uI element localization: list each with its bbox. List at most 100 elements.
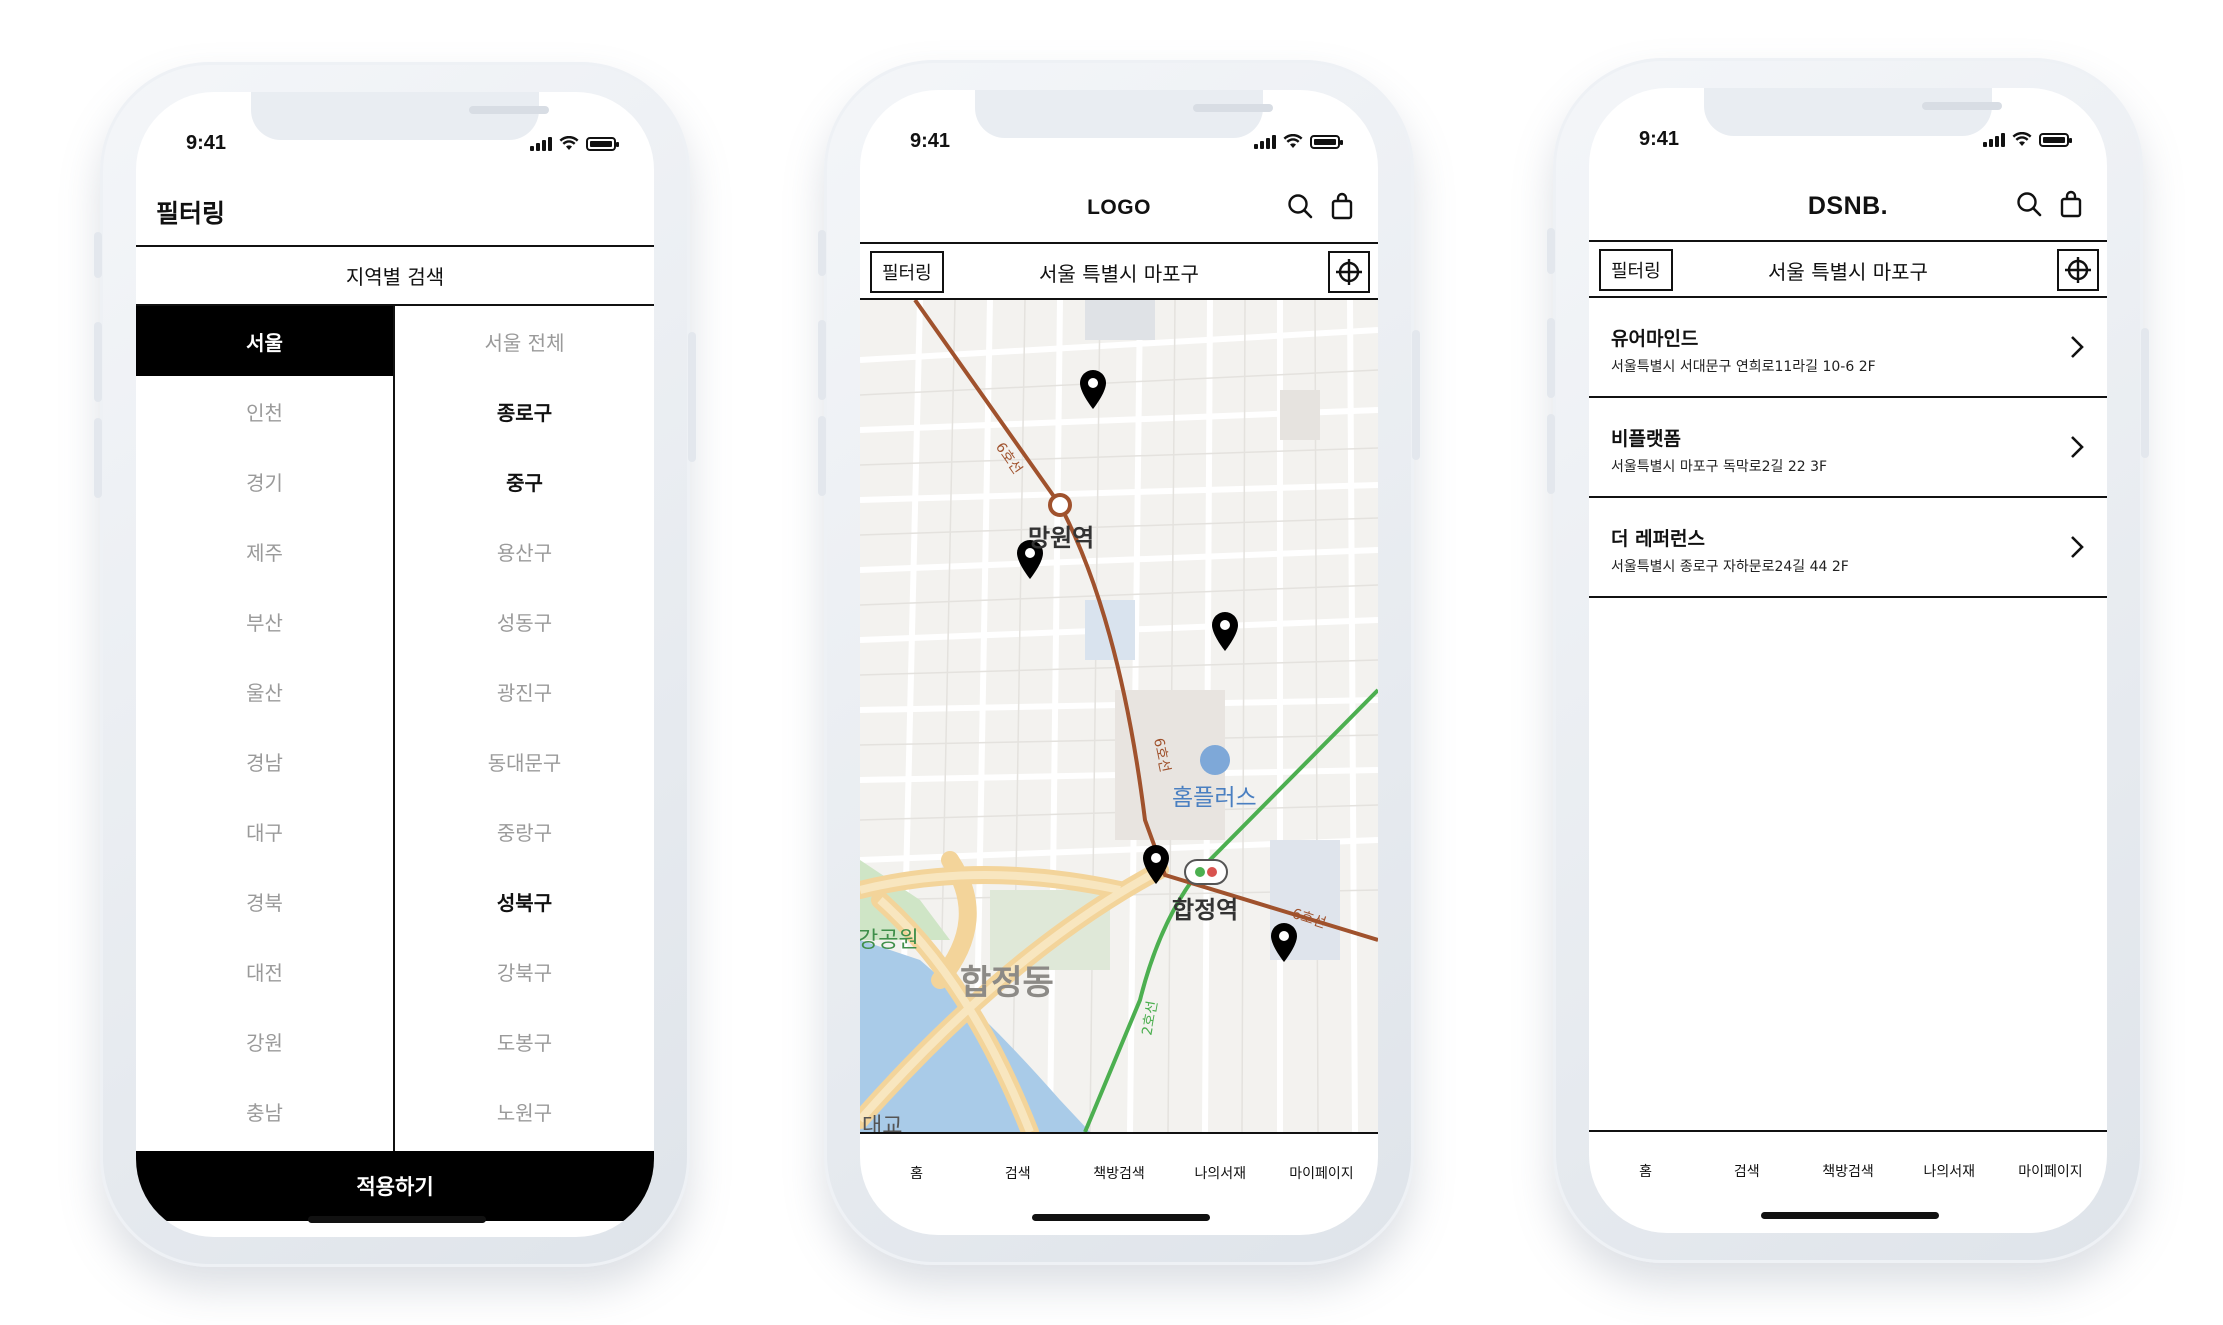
status-bar: 9:41 <box>860 130 1378 160</box>
apply-button[interactable]: 적용하기 <box>136 1151 654 1221</box>
tab-my-library[interactable]: 나의서재 <box>1899 1161 2000 1181</box>
screen: 9:41 DSNB. 필터링 서울 특별시 마포구 유어마인드 서울특별시 서대… <box>1589 88 2107 1233</box>
side-button <box>1547 414 1555 494</box>
tab-home[interactable]: 홈 <box>1595 1161 1696 1181</box>
side-button <box>94 322 102 402</box>
home-indicator <box>1761 1212 1939 1219</box>
chevron-right-icon <box>2071 536 2084 558</box>
province-item[interactable]: 대구 <box>136 796 393 866</box>
chevron-right-icon <box>2071 336 2084 358</box>
province-item[interactable]: 충남 <box>136 1076 393 1146</box>
store-address: 서울특별시 서대문구 연희로11라길 10-6 2F <box>1611 359 1876 375</box>
district-list: 서울 전체 종로구 중구 용산구 성동구 광진구 동대문구 중랑구 성북구 강북… <box>395 306 654 1151</box>
status-bar: 9:41 <box>136 132 654 162</box>
app-bar: LOGO <box>860 172 1378 242</box>
battery-icon <box>2039 133 2072 147</box>
district-item[interactable]: 성동구 <box>395 586 654 656</box>
map-label-park: 강공원 <box>860 928 919 953</box>
side-button <box>818 416 826 496</box>
map-label-mangwon-station: 망원역 <box>1028 524 1095 552</box>
wifi-icon <box>1283 134 1303 148</box>
tab-my-library[interactable]: 나의서재 <box>1170 1163 1271 1183</box>
province-item[interactable]: 제주 <box>136 516 393 586</box>
status-time: 9:41 <box>1639 128 1680 150</box>
shopping-bag-icon[interactable] <box>2057 190 2085 218</box>
store-list-item[interactable]: 비플랫폼 서울특별시 마포구 독막로2길 22 3F <box>1589 398 2107 498</box>
phone-map: 9:41 LOGO 필터링 서울 특별시 마포구 망원역 합정역 홈플러스 합정… <box>818 60 1420 1265</box>
status-time: 9:41 <box>910 130 951 152</box>
locate-button[interactable] <box>2057 249 2099 291</box>
battery-icon <box>586 137 619 151</box>
district-item[interactable]: 중구 <box>395 446 654 516</box>
screen: 9:41 필터링 지역별 검색 서울 인천 경기 제주 부산 울산 경남 대구 … <box>136 92 654 1237</box>
tab-bar: 홈 검색 책방검색 나의서재 마이페이지 <box>1589 1130 2107 1210</box>
district-item[interactable]: 광진구 <box>395 656 654 726</box>
region-columns: 서울 인천 경기 제주 부산 울산 경남 대구 경북 대전 강원 충남 서울 전… <box>136 306 654 1151</box>
side-button <box>818 320 826 400</box>
side-button <box>1412 330 1420 460</box>
map-label-homeplus: 홈플러스 <box>1172 785 1257 811</box>
phone-filter: 9:41 필터링 지역별 검색 서울 인천 경기 제주 부산 울산 경남 대구 … <box>94 62 696 1267</box>
signal-icon <box>1254 135 1276 149</box>
district-item[interactable]: 강북구 <box>395 936 654 1006</box>
side-button <box>1547 228 1555 274</box>
district-item[interactable]: 중랑구 <box>395 796 654 866</box>
side-button <box>688 332 696 462</box>
store-name: 비플랫폼 <box>1611 428 1681 450</box>
tab-bar: 홈 검색 책방검색 나의서재 마이페이지 <box>860 1132 1378 1212</box>
map-view[interactable]: 망원역 합정역 홈플러스 합정동 6호선 6호선 6호선 2호선 강공원 대교 <box>860 300 1378 1132</box>
screen: 9:41 LOGO 필터링 서울 특별시 마포구 망원역 합정역 홈플러스 합정… <box>860 90 1378 1235</box>
status-bar: 9:41 <box>1589 128 2107 158</box>
tab-my-page[interactable]: 마이페이지 <box>2000 1161 2101 1181</box>
filter-bar: 필터링 서울 특별시 마포구 <box>860 242 1378 300</box>
tab-home[interactable]: 홈 <box>866 1163 967 1183</box>
page-title: 필터링 <box>156 199 226 228</box>
filter-bar: 필터링 서울 특별시 마포구 <box>1589 240 2107 298</box>
store-list-item[interactable]: 더 레퍼런스 서울특별시 종로구 자하문로24길 44 2F <box>1589 498 2107 598</box>
app-bar: DSNB. <box>1589 170 2107 240</box>
current-location: 서울 특별시 마포구 <box>1768 260 1928 284</box>
search-icon[interactable] <box>1286 192 1314 220</box>
side-button <box>94 232 102 278</box>
map-label-bridge: 대교 <box>862 1114 903 1132</box>
store-address: 서울특별시 종로구 자하문로24길 44 2F <box>1611 559 1849 575</box>
province-item[interactable]: 경남 <box>136 726 393 796</box>
district-item[interactable]: 노원구 <box>395 1076 654 1146</box>
province-item[interactable]: 경기 <box>136 446 393 516</box>
province-item[interactable]: 부산 <box>136 586 393 656</box>
province-item[interactable]: 강원 <box>136 1006 393 1076</box>
battery-icon <box>1310 135 1343 149</box>
side-button <box>1547 318 1555 398</box>
wifi-icon <box>2012 132 2032 146</box>
district-item[interactable]: 종로구 <box>395 376 654 446</box>
shopping-bag-icon[interactable] <box>1328 192 1356 220</box>
district-item[interactable]: 동대문구 <box>395 726 654 796</box>
tab-search[interactable]: 검색 <box>1696 1161 1797 1181</box>
locate-button[interactable] <box>1328 251 1370 293</box>
store-list-item[interactable]: 유어마인드 서울특별시 서대문구 연희로11라길 10-6 2F <box>1589 298 2107 398</box>
speaker <box>1193 104 1273 112</box>
tab-search[interactable]: 검색 <box>967 1163 1068 1183</box>
current-location: 서울 특별시 마포구 <box>1039 262 1199 286</box>
district-item[interactable]: 성북구 <box>395 866 654 936</box>
province-item[interactable]: 대전 <box>136 936 393 1006</box>
province-item[interactable]: 인천 <box>136 376 393 446</box>
map-label-hapjeong-dong: 합정동 <box>960 963 1054 1003</box>
district-item[interactable]: 용산구 <box>395 516 654 586</box>
tab-bookstore-search[interactable]: 책방검색 <box>1797 1161 1898 1181</box>
speaker <box>1922 102 2002 110</box>
crosshair-icon <box>2065 257 2091 283</box>
province-list: 서울 인천 경기 제주 부산 울산 경남 대구 경북 대전 강원 충남 <box>136 306 395 1151</box>
tab-bookstore-search[interactable]: 책방검색 <box>1068 1163 1169 1183</box>
store-name: 더 레퍼런스 <box>1611 528 1706 550</box>
province-item[interactable]: 경북 <box>136 866 393 936</box>
store-name: 유어마인드 <box>1611 328 1699 350</box>
side-button <box>818 230 826 276</box>
district-item[interactable]: 도봉구 <box>395 1006 654 1076</box>
speaker <box>469 106 549 114</box>
province-item[interactable]: 울산 <box>136 656 393 726</box>
province-item[interactable]: 서울 <box>136 306 393 376</box>
tab-my-page[interactable]: 마이페이지 <box>1271 1163 1372 1183</box>
search-icon[interactable] <box>2015 190 2043 218</box>
district-item[interactable]: 서울 전체 <box>395 306 654 376</box>
